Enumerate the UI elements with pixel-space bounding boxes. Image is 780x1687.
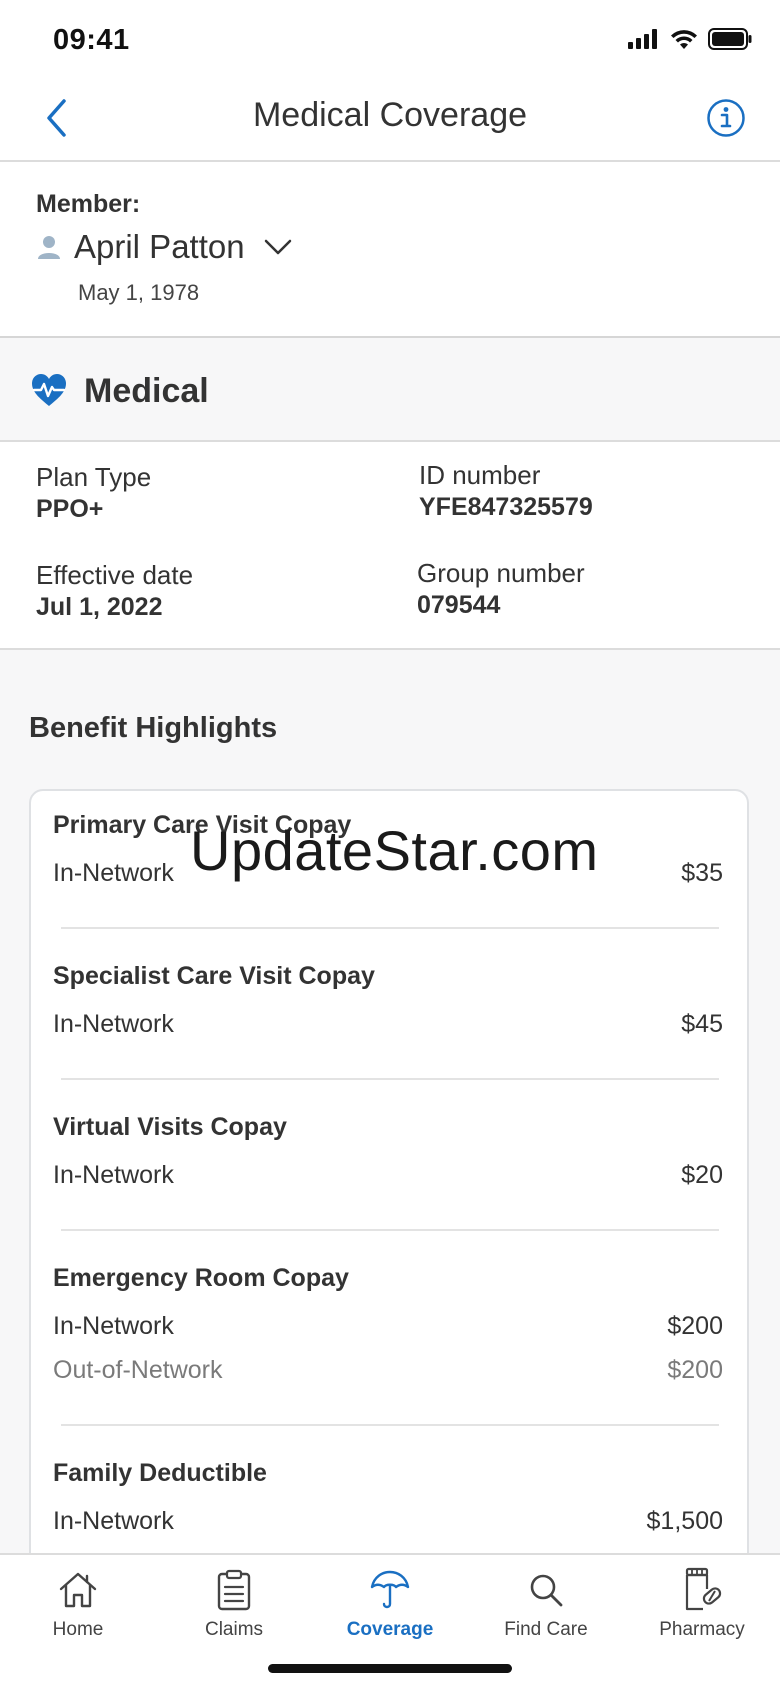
status-time: 09:41 [53, 24, 130, 56]
plan-details: Plan Type PPO+ ID number YFE847325579 Ef… [0, 442, 780, 650]
divider [61, 927, 719, 929]
section-title: Medical [84, 372, 209, 410]
tab-label: Coverage [346, 1619, 434, 1640]
benefit-amount: $1,500 [646, 1507, 723, 1535]
tab-home[interactable]: Home [0, 1565, 156, 1655]
plan-type-label: Plan Type [36, 462, 152, 492]
network-label: In-Network [53, 1312, 174, 1340]
member-selector[interactable]: April Patton [36, 228, 293, 266]
tab-claims[interactable]: Claims [156, 1565, 312, 1655]
benefit-highlights: Benefit Highlights Primary Care Visit Co… [0, 650, 780, 1553]
benefit-title: Specialist Care Visit Copay [53, 962, 375, 990]
watermark-text: UpdateStar.com [190, 819, 599, 882]
tab-label: Claims [204, 1619, 264, 1640]
group-number-label: Group number [417, 558, 585, 588]
pharmacy-icon [679, 1565, 725, 1615]
medical-section-header: Medical [0, 338, 780, 442]
benefit-amount: $35 [681, 859, 723, 887]
network-label: In-Network [53, 1507, 174, 1535]
plan-type-cell: Plan Type PPO+ [36, 462, 151, 524]
divider [61, 1229, 719, 1231]
group-number-value: 079544 [417, 591, 501, 619]
nav-header: Medical Coverage [0, 84, 780, 162]
benefit-title: Family Deductible [53, 1459, 267, 1487]
effective-date-value: Jul 1, 2022 [36, 593, 163, 621]
home-indicator [268, 1664, 512, 1673]
benefit-row: In-Network $200 [53, 1312, 723, 1341]
tab-coverage[interactable]: Coverage [312, 1565, 468, 1655]
benefits-card: Primary Care Visit Copay In-Network $35 … [29, 789, 749, 1553]
divider [61, 1424, 719, 1426]
member-name: April Patton [74, 228, 245, 265]
home-icon [57, 1565, 99, 1615]
effective-date-label: Effective date [36, 560, 194, 590]
member-dob: May 1, 1978 [78, 280, 200, 305]
benefit-row: In-Network $20 [53, 1161, 723, 1190]
plan-type-value: PPO+ [36, 495, 104, 523]
wifi-icon [671, 29, 697, 49]
benefit-amount: $200 [667, 1312, 723, 1340]
page-title: Medical Coverage [252, 96, 528, 134]
tab-label: Find Care [504, 1619, 588, 1640]
id-number-cell: ID number YFE847325579 [419, 460, 593, 522]
effective-date-cell: Effective date Jul 1, 2022 [36, 560, 193, 622]
network-label: In-Network [53, 1010, 174, 1038]
benefit-amount: $45 [681, 1010, 723, 1038]
search-icon [526, 1565, 566, 1615]
benefit-highlights-title: Benefit Highlights [29, 712, 278, 744]
divider [61, 1078, 719, 1080]
member-label: Member: [36, 190, 141, 218]
battery-icon [708, 28, 752, 50]
member-section: Member: April Patton May 1, 1978 [0, 162, 780, 338]
status-bar: 09:41 [0, 0, 780, 84]
heart-pulse-icon [32, 374, 66, 406]
group-number-cell: Group number 079544 [417, 558, 585, 620]
network-label: In-Network [53, 859, 174, 887]
umbrella-icon [369, 1565, 411, 1615]
person-icon [38, 236, 60, 259]
benefit-row: Out-of-Network $200 [53, 1356, 723, 1385]
benefit-title: Emergency Room Copay [53, 1264, 349, 1292]
info-icon [707, 99, 745, 137]
clipboard-icon [216, 1565, 252, 1615]
status-icons [628, 28, 752, 50]
benefit-row: In-Network $1,500 [53, 1507, 723, 1536]
signal-icon [628, 29, 657, 49]
network-label: In-Network [53, 1161, 174, 1189]
id-number-value: YFE847325579 [419, 493, 593, 521]
benefit-amount: $200 [667, 1356, 723, 1384]
tab-pharmacy[interactable]: Pharmacy [624, 1565, 780, 1655]
benefit-title: Virtual Visits Copay [53, 1113, 287, 1141]
tab-label: Home [52, 1619, 104, 1640]
tab-find-care[interactable]: Find Care [468, 1565, 624, 1655]
benefit-row: In-Network $45 [53, 1010, 723, 1039]
tab-label: Pharmacy [659, 1619, 745, 1640]
benefit-amount: $20 [681, 1161, 723, 1189]
chevron-down-icon [264, 239, 291, 255]
info-button[interactable] [706, 98, 750, 142]
id-number-label: ID number [419, 460, 541, 490]
network-label: Out-of-Network [53, 1356, 223, 1384]
